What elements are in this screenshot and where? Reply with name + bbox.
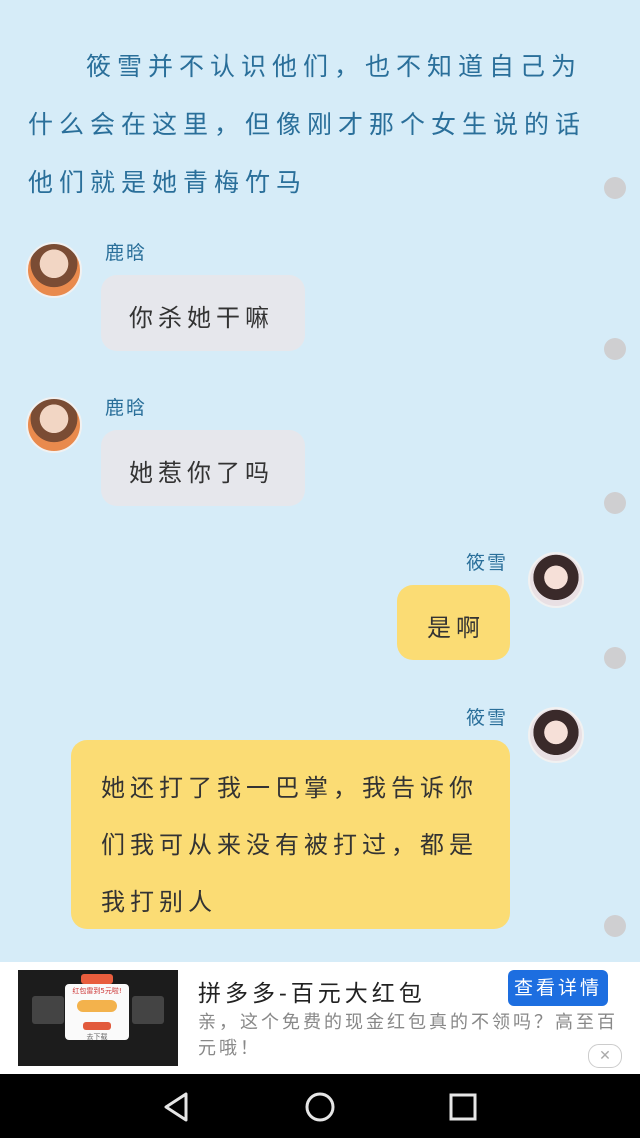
avatar[interactable] — [528, 707, 584, 763]
message-dot[interactable] — [604, 647, 626, 669]
message-dot[interactable] — [604, 915, 626, 937]
message-bubble[interactable]: 她惹你了吗 — [101, 430, 305, 506]
ad-banner[interactable]: 红包雷到5元啦! 去下载 拼多多-百元大红包 亲，这个免费的现金红包真的不领吗？… — [0, 962, 640, 1074]
home-icon[interactable] — [303, 1090, 337, 1124]
thumb-coins — [77, 1000, 117, 1012]
thumb-card: 红包雷到5元啦! 去下载 — [65, 984, 129, 1041]
ad-title[interactable]: 拼多多-百元大红包 — [198, 974, 426, 1008]
thumb-side-card — [32, 996, 64, 1024]
message-dot[interactable] — [604, 177, 626, 199]
navigation-bar — [0, 1074, 640, 1138]
message-bubble[interactable]: 是啊 — [397, 585, 510, 660]
sender-name: 鹿晗 — [105, 397, 148, 419]
sender-name: 鹿晗 — [105, 242, 148, 264]
thumb-header — [81, 974, 113, 984]
sender-name: 筱雪 — [466, 552, 509, 574]
avatar[interactable] — [26, 397, 82, 453]
back-icon[interactable] — [160, 1090, 194, 1124]
avatar[interactable] — [26, 242, 82, 298]
ad-close-button[interactable]: ✕ — [588, 1044, 622, 1068]
ad-view-details-button[interactable]: 查看详情 — [508, 970, 608, 1006]
ad-thumbnail[interactable]: 红包雷到5元啦! 去下载 — [18, 970, 178, 1066]
ad-description[interactable]: 亲，这个免费的现金红包真的不领吗？高至百元哦！ — [198, 1010, 618, 1062]
thumb-side-card — [132, 996, 164, 1024]
message-dot[interactable] — [604, 492, 626, 514]
message-dot[interactable] — [604, 338, 626, 360]
thumb-card-cta: 去下载 — [86, 1033, 108, 1041]
narration-text: 筱雪并不认识他们，也不知道自己为什么会在这里，但像刚才那个女生说的话他们就是她青… — [28, 52, 587, 197]
avatar[interactable] — [528, 552, 584, 608]
sender-name: 筱雪 — [466, 707, 509, 729]
thumb-card-title: 红包雷到5元啦! — [72, 987, 122, 995]
message-bubble[interactable]: 你杀她干嘛 — [101, 275, 305, 351]
thumb-button — [83, 1022, 111, 1030]
recents-icon[interactable] — [446, 1090, 480, 1124]
message-bubble[interactable]: 她还打了我一巴掌，我告诉你们我可从来没有被打过，都是我打别人 — [71, 740, 510, 929]
